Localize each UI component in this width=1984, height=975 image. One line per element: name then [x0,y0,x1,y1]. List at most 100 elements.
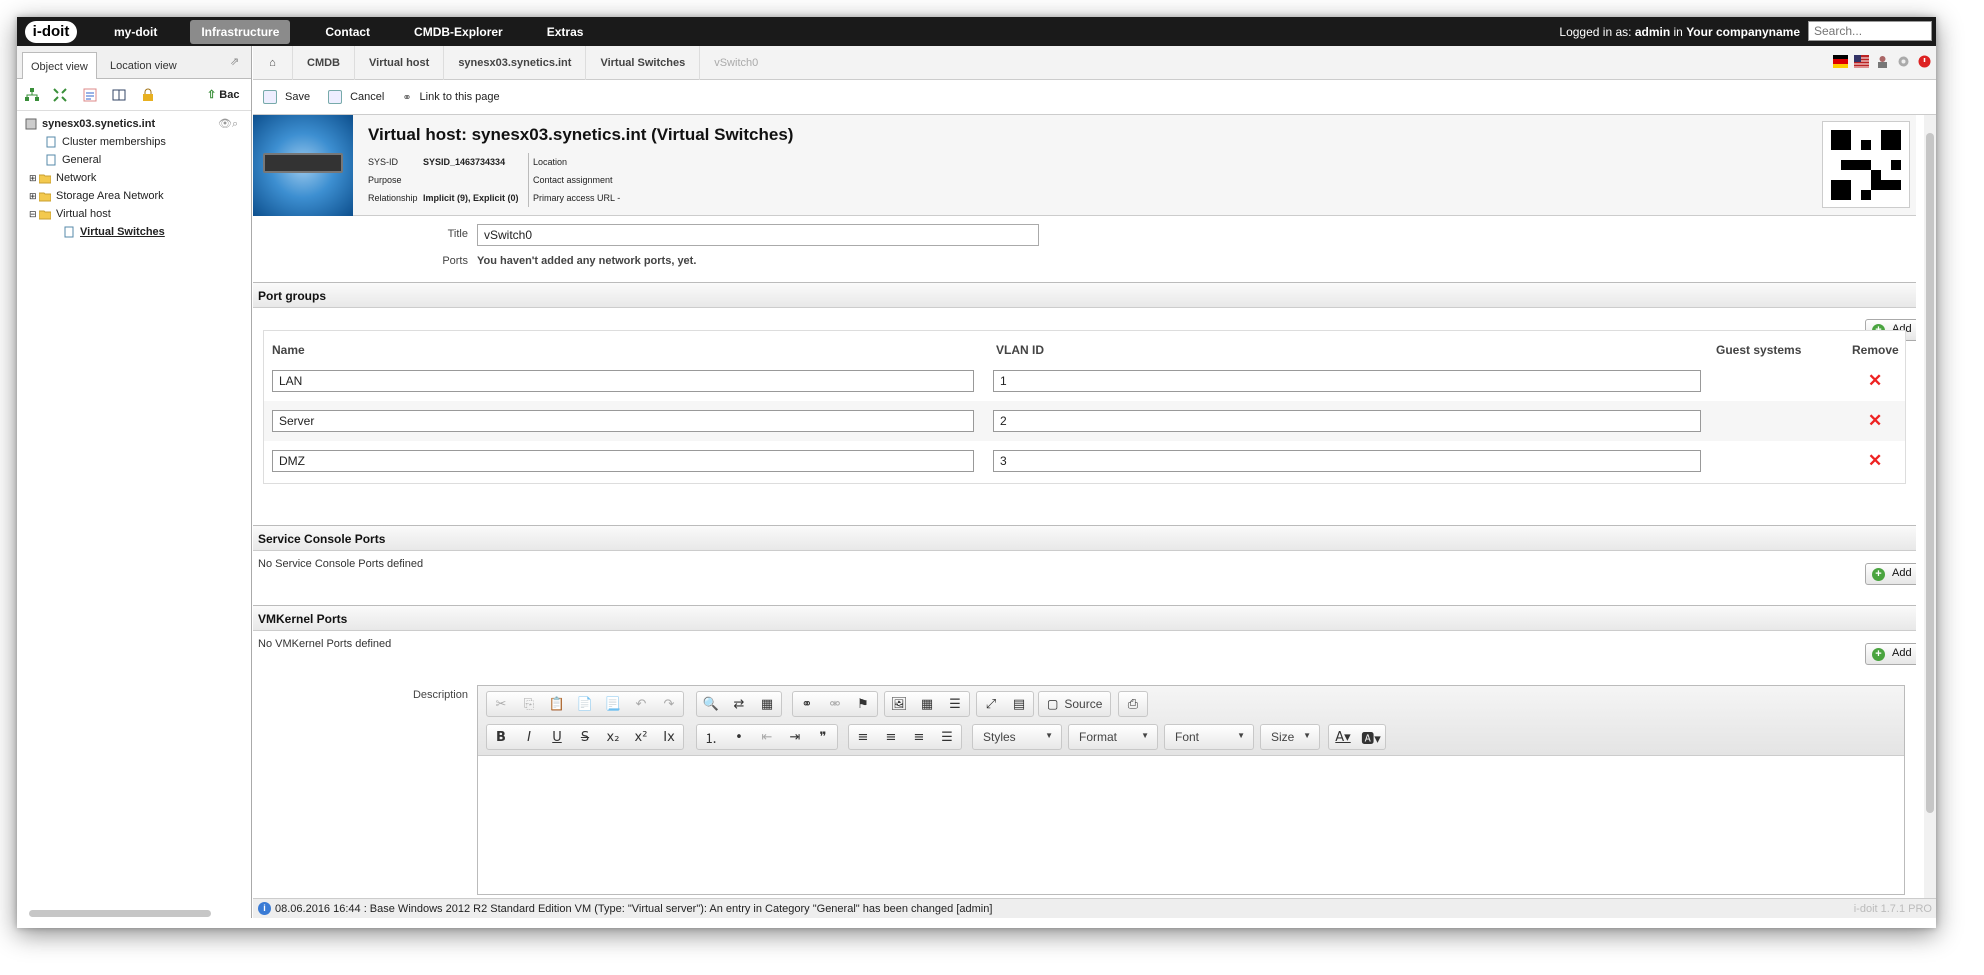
book-icon[interactable] [112,88,126,102]
title-input[interactable]: vSwitch0 [477,224,1039,246]
logout-icon[interactable] [1917,55,1932,68]
underline-icon[interactable]: U [543,725,571,749]
show-blocks-icon[interactable]: ▤ [1005,692,1033,716]
editor-body[interactable] [478,756,1904,896]
vlan-id-input[interactable]: 1 [993,370,1701,392]
maximize-icon[interactable]: ⤢ [977,692,1005,716]
tab-object-view[interactable]: Object view [22,52,97,79]
tree-root[interactable]: synesx03.synetics.int 👁 ⌕ [25,115,251,133]
vlan-id-input[interactable]: 3 [993,450,1701,472]
align-right-icon[interactable]: ≡ [905,725,933,749]
tab-location-view[interactable]: Location view [102,52,185,79]
strikethrough-icon[interactable]: S [571,725,599,749]
superscript-icon[interactable]: x² [627,725,655,749]
tree-item-virtual-host[interactable]: ⊟ Virtual host [25,205,251,223]
settings-gear-icon[interactable] [1896,55,1911,68]
tree-view-icon[interactable] [25,88,39,102]
idoit-logo[interactable]: i-doit [25,20,77,43]
list-view-icon[interactable] [83,88,97,102]
background-color-icon[interactable]: 🅰▾ [1357,725,1385,749]
find-icon[interactable]: 🔍 [697,692,725,716]
numbered-list-icon[interactable]: ⒈ [697,725,725,749]
breadcrumb-virtual-host[interactable]: Virtual host [355,45,445,80]
bold-icon[interactable]: B [487,725,515,749]
image-icon[interactable]: 🖼 [885,692,913,716]
align-left-icon[interactable]: ≡ [849,725,877,749]
subscript-icon[interactable]: x₂ [599,725,627,749]
port-group-name-input[interactable]: DMZ [272,450,974,472]
home-icon[interactable]: ⌂ [253,45,293,80]
tree-item-virtual-switches[interactable]: Virtual Switches [25,223,251,241]
styles-dropdown[interactable]: Styles ▼ [972,724,1062,750]
paste-text-icon[interactable]: 📄 [571,692,599,716]
tree-item-network[interactable]: ⊞ Network [25,169,251,187]
back-button[interactable]: ⇧ Bac [207,88,239,101]
outdent-icon[interactable]: ⇤ [753,725,781,749]
print-icon[interactable]: ⎙ [1119,692,1147,716]
search-small-icon[interactable]: ⌕ [232,115,238,133]
unlink-icon[interactable]: ⚮ [821,692,849,716]
port-group-name-input[interactable]: Server [272,410,974,432]
eye-icon[interactable]: 👁 [218,115,232,133]
table-icon[interactable]: ▦ [913,692,941,716]
indent-icon[interactable]: ⇥ [781,725,809,749]
expand-plus-icon[interactable]: ⊞ [29,187,39,205]
lock-icon[interactable] [141,88,155,102]
expand-plus-icon[interactable]: ⊞ [29,169,39,187]
save-button[interactable]: Save [263,90,310,104]
vlan-id-input[interactable]: 2 [993,410,1701,432]
align-justify-icon[interactable]: ☰ [933,725,961,749]
anchor-flag-icon[interactable]: ⚑ [849,692,877,716]
add-vmkernel-port-button[interactable]: + Add [1865,643,1916,665]
format-dropdown[interactable]: Format ▼ [1068,724,1158,750]
breadcrumb-cmdb[interactable]: CMDB [293,45,355,80]
horizontal-rule-icon[interactable]: ☰ [941,692,969,716]
nav-extras[interactable]: Extras [536,20,595,44]
popout-icon[interactable]: ⇗ [230,55,239,68]
blockquote-icon[interactable]: ❞ [809,725,837,749]
scrollbar-thumb[interactable] [1926,133,1934,813]
cancel-button[interactable]: Cancel [328,90,384,104]
remove-icon[interactable]: ✕ [1868,372,1882,389]
source-button[interactable]: ▢ Source [1038,691,1112,717]
italic-icon[interactable]: I [515,725,543,749]
size-dropdown[interactable]: Size ▼ [1260,724,1320,750]
nav-infrastructure[interactable]: Infrastructure [190,19,291,44]
expand-icon[interactable] [53,88,67,102]
remove-icon[interactable]: ✕ [1868,412,1882,429]
collapse-minus-icon[interactable]: ⊟ [29,205,39,223]
breadcrumb-virtual-switches[interactable]: Virtual Switches [586,45,701,80]
vertical-scrollbar[interactable] [1924,115,1936,918]
paste-icon[interactable]: 📋 [543,692,571,716]
text-color-icon[interactable]: A▾ [1329,725,1357,749]
horizontal-scrollbar[interactable] [21,909,249,918]
us-flag-icon[interactable] [1854,55,1869,68]
qr-code[interactable] [1822,121,1910,208]
tree-item-cluster-memberships[interactable]: Cluster memberships [25,133,251,151]
nav-my-doit[interactable]: my-doit [103,20,168,44]
port-group-name-input[interactable]: LAN [272,370,974,392]
search-input[interactable] [1808,21,1932,41]
user-icon[interactable] [1875,55,1890,68]
nav-cmdb-explorer[interactable]: CMDB-Explorer [403,20,514,44]
add-service-console-port-button[interactable]: + Add [1865,563,1916,585]
german-flag-icon[interactable] [1833,55,1848,68]
redo-icon[interactable]: ↷ [655,692,683,716]
copy-icon[interactable]: ⎘ [515,692,543,716]
tree-item-general[interactable]: General [25,151,251,169]
bulleted-list-icon[interactable]: • [725,725,753,749]
remove-icon[interactable]: ✕ [1868,452,1882,469]
breadcrumb-object[interactable]: synesx03.synetics.int [444,45,587,80]
scrollbar-thumb[interactable] [29,910,211,917]
link-chain-icon[interactable]: ⚭ [793,692,821,716]
align-center-icon[interactable]: ≡ [877,725,905,749]
link-to-page-button[interactable]: ⚭ Link to this page [402,91,499,104]
paste-word-icon[interactable]: 📃 [599,692,627,716]
font-dropdown[interactable]: Font ▼ [1164,724,1254,750]
format-painter-icon[interactable]: ▦ [753,692,781,716]
relationship-value[interactable]: Implicit (9), Explicit (0) [423,189,528,207]
replace-icon[interactable]: ⇄ [725,692,753,716]
cut-icon[interactable]: ✂ [487,692,515,716]
tree-item-storage-area-network[interactable]: ⊞ Storage Area Network [25,187,251,205]
nav-contact[interactable]: Contact [314,20,381,44]
